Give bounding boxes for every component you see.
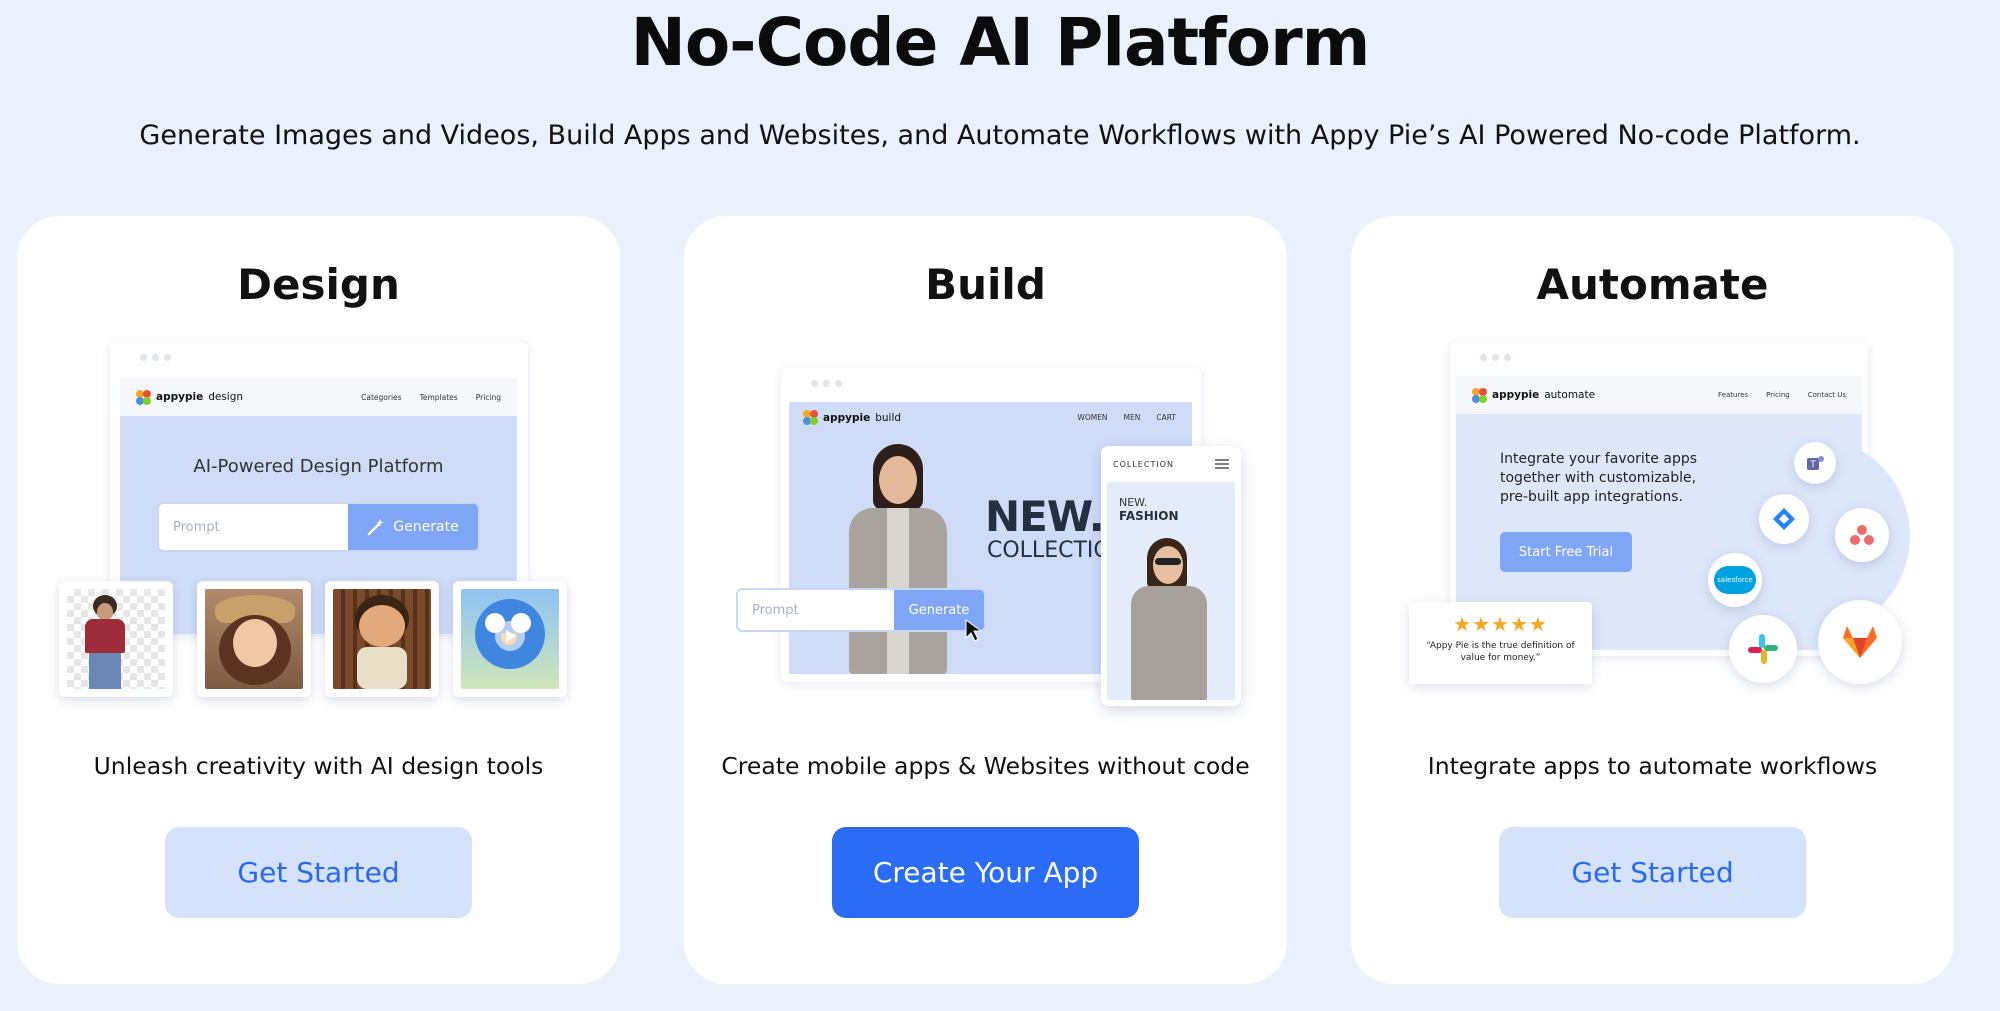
nav-pricing[interactable]: Pricing: [1766, 391, 1790, 399]
teams-icon[interactable]: T: [1794, 442, 1836, 484]
nav-contact-us[interactable]: Contact Us: [1808, 391, 1846, 399]
automate-card-title: Automate: [1536, 260, 1769, 309]
automate-mock-text: Integrate your favorite apps together wi…: [1500, 451, 1698, 505]
start-free-trial-button[interactable]: Start Free Trial: [1500, 532, 1632, 572]
design-card-description: Unleash creativity with AI design tools: [93, 752, 544, 780]
svg-text:T: T: [1809, 460, 1816, 470]
appypie-logo: appypie design: [136, 389, 243, 405]
salesforce-icon[interactable]: salesforce: [1708, 553, 1762, 607]
automate-card: Automate appypie automate Features Prici…: [1351, 216, 1954, 984]
window-dots: [811, 380, 842, 387]
automate-card-description: Integrate apps to automate workflows: [1427, 752, 1878, 780]
build-prompt-input[interactable]: Prompt: [738, 590, 894, 630]
create-your-app-button[interactable]: Create Your App: [832, 827, 1139, 918]
design-thumb-girl[interactable]: [197, 581, 311, 697]
rating-stars: ★★★★★: [1453, 612, 1548, 636]
build-card-title: Build: [925, 260, 1046, 309]
menu-icon[interactable]: [1215, 459, 1229, 469]
automate-mock-nav: appypie automate Features Pricing Contac…: [1456, 376, 1862, 414]
page-title: No-Code AI Platform: [630, 4, 1371, 81]
design-thumb-boy[interactable]: [325, 581, 439, 697]
build-prompt-box: Prompt Generate: [736, 588, 986, 632]
build-card-description: Create mobile apps & Websites without co…: [721, 752, 1250, 780]
appypie-logo: appypie build: [803, 410, 901, 425]
appypie-logo-icon: [803, 410, 818, 425]
hero-collection-text: COLLECTIO: [987, 538, 1105, 563]
page-subtitle: Generate Images and Videos, Build Apps a…: [139, 120, 1861, 151]
design-get-started-button[interactable]: Get Started: [165, 827, 472, 918]
slack-icon[interactable]: [1729, 615, 1797, 683]
appypie-logo-icon: [1472, 387, 1487, 403]
design-thumb-woman[interactable]: [59, 581, 173, 697]
design-card: Design appypie design Categories Templat…: [17, 216, 620, 984]
appypie-logo: appypie automate: [1472, 387, 1595, 403]
hero-new-text: NEW.: [985, 492, 1105, 541]
phone-new-text: NEW.: [1119, 496, 1148, 509]
gitlab-icon[interactable]: [1818, 600, 1902, 684]
nav-men[interactable]: MEN: [1124, 413, 1141, 422]
design-thumb-bird[interactable]: [453, 581, 567, 697]
design-mock-heading: AI-Powered Design Platform: [193, 456, 444, 477]
testimonial-quote: “Appy Pie is the true definition of valu…: [1426, 641, 1575, 663]
model-image: [831, 444, 961, 674]
cursor-icon: [965, 619, 983, 642]
phone-header: COLLECTION: [1113, 459, 1174, 469]
nav-templates[interactable]: Templates: [420, 393, 458, 402]
phone-mockup: COLLECTION NEW. FASHION: [1101, 446, 1241, 706]
jira-icon[interactable]: [1759, 494, 1809, 544]
magic-wand-icon: [368, 519, 384, 536]
asana-icon[interactable]: [1835, 508, 1889, 562]
design-mock-nav: appypie design Categories Templates Pric…: [120, 378, 517, 416]
nav-women[interactable]: WOMEN: [1077, 413, 1107, 422]
nav-categories[interactable]: Categories: [361, 393, 401, 402]
nav-pricing[interactable]: Pricing: [476, 393, 501, 402]
design-prompt-input[interactable]: Prompt: [159, 504, 348, 550]
design-generate-button[interactable]: Generate: [348, 504, 478, 550]
phone-fashion-text: FASHION: [1119, 509, 1179, 523]
window-dots: [140, 354, 171, 361]
window-dots: [1480, 354, 1511, 361]
play-icon[interactable]: [495, 621, 525, 651]
testimonial-card: ★★★★★ “Appy Pie is the true definition o…: [1409, 602, 1592, 684]
automate-get-started-button[interactable]: Get Started: [1499, 827, 1806, 918]
design-prompt-box: Prompt Generate: [157, 502, 480, 552]
build-card: Build appypie build WOMEN MEN CART NEW. …: [684, 216, 1287, 984]
appypie-logo-icon: [136, 389, 151, 405]
nav-features[interactable]: Features: [1718, 391, 1748, 399]
design-card-title: Design: [237, 260, 400, 309]
nav-cart[interactable]: CART: [1156, 413, 1176, 422]
